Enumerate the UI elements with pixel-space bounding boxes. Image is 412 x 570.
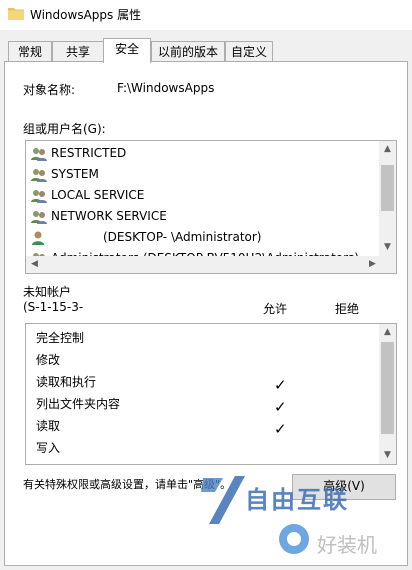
tab-customize[interactable]: 自定义 xyxy=(225,41,273,61)
permission-row: 写入 xyxy=(36,437,60,459)
scroll-thumb[interactable] xyxy=(381,165,394,211)
user-group-icon xyxy=(31,210,47,224)
folder-icon xyxy=(8,8,24,20)
scroll-down-icon[interactable]: ▼ xyxy=(379,239,396,256)
security-panel: 对象名称: F:\WindowsApps 组或用户名(G): RESTRICTE… xyxy=(4,61,408,566)
user-icon xyxy=(32,231,44,245)
account-sid: (S-1-15-3- xyxy=(23,300,84,314)
scroll-thumb[interactable] xyxy=(381,342,394,434)
permission-row: 列出文件夹内容 xyxy=(36,393,120,415)
scroll-corner xyxy=(379,256,396,273)
users-horizontal-scrollbar[interactable]: ◀ ▶ xyxy=(26,256,381,273)
watermark-text-2: 好装机 xyxy=(317,533,377,557)
tab-security[interactable]: 安全 xyxy=(103,38,151,63)
users-vertical-scrollbar[interactable]: ▲ ▼ xyxy=(379,141,396,256)
list-item[interactable]: NETWORK SERVICE xyxy=(30,206,167,226)
object-name-value: F:\WindowsApps xyxy=(117,81,215,95)
list-item-label: RESTRICTED xyxy=(51,146,127,160)
list-item-label: (DESKTOP- \Administrator) xyxy=(103,230,262,244)
title-bar: WindowsApps 属性 xyxy=(0,0,412,30)
tab-strip: 常规 共享 安全 以前的版本 自定义 xyxy=(0,38,412,63)
list-item-label: NETWORK SERVICE xyxy=(51,209,167,223)
watermark-text: 自由互联 xyxy=(245,486,349,514)
tab-sharing[interactable]: 共享 xyxy=(52,41,104,61)
permission-name: 写入 xyxy=(36,441,61,455)
allow-check-icon: ✓ xyxy=(274,398,287,416)
group-users-label: 组或用户名(G): xyxy=(23,122,106,136)
permission-row: 完全控制 xyxy=(36,327,84,349)
list-item-label: LOCAL SERVICE xyxy=(51,188,145,202)
allow-check-icon: ✓ xyxy=(274,420,287,438)
window-title: WindowsApps 属性 xyxy=(30,8,142,22)
group-users-list[interactable]: RESTRICTED SYSTEM LOCAL SERVICE NETWORK … xyxy=(25,140,397,274)
list-item[interactable]: LOCAL SERVICE xyxy=(30,185,144,205)
object-name-label: 对象名称: xyxy=(23,83,76,97)
permission-row: 修改 xyxy=(36,349,60,371)
list-item[interactable]: RESTRICTED xyxy=(30,143,126,163)
user-group-icon xyxy=(31,147,47,161)
scroll-up-icon[interactable]: ▲ xyxy=(379,324,396,341)
tab-previous-versions[interactable]: 以前的版本 xyxy=(151,41,225,61)
account-label: 未知帐户 xyxy=(23,285,72,299)
scroll-left-icon[interactable]: ◀ xyxy=(26,256,43,273)
list-item[interactable]: SYSTEM xyxy=(30,164,99,184)
permission-name: 读取 xyxy=(36,419,61,433)
list-item[interactable]: (DESKTOP- \Administrator) xyxy=(30,227,261,247)
scroll-down-icon[interactable]: ▼ xyxy=(379,447,396,464)
user-group-icon xyxy=(31,168,47,182)
list-item-label: SYSTEM xyxy=(51,167,99,181)
allow-check-icon: ✓ xyxy=(274,376,287,394)
watermark-circle-icon xyxy=(279,524,309,554)
permission-name: 读取和执行 xyxy=(36,375,97,389)
scroll-up-icon[interactable]: ▲ xyxy=(379,141,396,158)
permissions-list[interactable]: 完全控制 修改 读取和执行 列出文件夹内容 读取 写入 ✓ ✓ ✓ ▲ ▼ xyxy=(25,323,397,465)
permission-row: 读取 xyxy=(36,415,60,437)
permission-name: 完全控制 xyxy=(36,331,85,345)
permission-row: 读取和执行 xyxy=(36,371,96,393)
permission-name: 修改 xyxy=(36,353,61,367)
permission-name: 列出文件夹内容 xyxy=(36,397,121,411)
permissions-vertical-scrollbar[interactable]: ▲ ▼ xyxy=(379,324,396,464)
tab-general[interactable]: 常规 xyxy=(8,41,52,61)
allow-header: 允许 xyxy=(263,302,288,316)
user-group-icon xyxy=(31,189,47,203)
deny-header: 拒绝 xyxy=(335,302,360,316)
